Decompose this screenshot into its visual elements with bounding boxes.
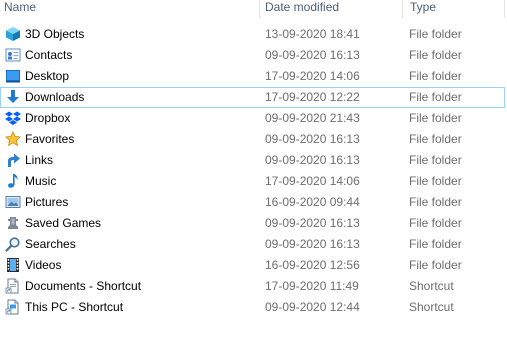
searches-icon bbox=[5, 236, 21, 252]
file-row[interactable]: Dropbox 09-09-2020 21:43 File folder bbox=[0, 108, 507, 129]
file-date-modified: 17-09-2020 11:49 bbox=[265, 279, 359, 293]
file-name: 3D Objects bbox=[25, 27, 85, 41]
file-row[interactable]: Searches 09-09-2020 16:13 File folder bbox=[0, 234, 507, 255]
file-type: Shortcut bbox=[409, 279, 454, 293]
contacts-icon bbox=[5, 47, 21, 63]
document-shortcut-icon bbox=[5, 278, 21, 294]
file-name: Favorites bbox=[25, 132, 75, 146]
file-type: File folder bbox=[409, 153, 462, 167]
file-name: Links bbox=[25, 153, 54, 167]
file-date-modified: 13-09-2020 18:41 bbox=[265, 27, 360, 41]
downloads-icon bbox=[5, 89, 21, 105]
file-type: Shortcut bbox=[409, 300, 454, 314]
file-date-modified: 09-09-2020 16:13 bbox=[265, 48, 360, 62]
column-divider-name-date[interactable] bbox=[259, 0, 260, 18]
file-type: File folder bbox=[409, 174, 462, 188]
file-type: File folder bbox=[409, 132, 462, 146]
file-type: File folder bbox=[409, 90, 462, 104]
pictures-icon bbox=[5, 194, 21, 210]
file-date-modified: 09-09-2020 16:13 bbox=[265, 153, 360, 167]
file-date-modified: 16-09-2020 12:56 bbox=[265, 258, 360, 272]
file-date-modified: 16-09-2020 09:44 bbox=[265, 195, 360, 209]
file-type: File folder bbox=[409, 258, 462, 272]
column-header-type[interactable]: Type bbox=[410, 0, 436, 18]
file-row[interactable]: Saved Games 09-09-2020 16:13 File folder bbox=[0, 213, 507, 234]
file-name: Videos bbox=[25, 258, 62, 272]
file-type: File folder bbox=[409, 237, 462, 251]
videos-icon bbox=[5, 257, 21, 273]
file-date-modified: 09-09-2020 12:44 bbox=[265, 300, 360, 314]
file-row[interactable]: Contacts 09-09-2020 16:13 File folder bbox=[0, 45, 507, 66]
saved-games-icon bbox=[5, 215, 21, 231]
file-date-modified: 17-09-2020 14:06 bbox=[265, 69, 360, 83]
file-list: 3D Objects 13-09-2020 18:41 File folder … bbox=[0, 24, 507, 318]
file-type: File folder bbox=[409, 48, 462, 62]
file-type: File folder bbox=[409, 27, 462, 41]
file-type: File folder bbox=[409, 216, 462, 230]
file-row[interactable]: Desktop 17-09-2020 14:06 File folder bbox=[0, 66, 507, 87]
file-row[interactable]: Favorites 09-09-2020 16:13 File folder bbox=[0, 129, 507, 150]
file-name: This PC - Shortcut bbox=[25, 300, 124, 314]
file-row[interactable]: This PC - Shortcut 09-09-2020 12:44 Shor… bbox=[0, 297, 507, 318]
3d-objects-icon bbox=[5, 26, 21, 42]
dropbox-icon bbox=[5, 110, 21, 126]
file-name: Documents - Shortcut bbox=[25, 279, 142, 293]
file-row[interactable]: Music 17-09-2020 14:06 File folder bbox=[0, 171, 507, 192]
file-name: Music bbox=[25, 174, 57, 188]
file-name: Contacts bbox=[25, 48, 73, 62]
file-row[interactable]: Documents - Shortcut 17-09-2020 11:49 Sh… bbox=[0, 276, 507, 297]
column-header-date-modified[interactable]: Date modified bbox=[265, 0, 339, 18]
favorites-icon bbox=[5, 131, 21, 147]
file-row[interactable]: Downloads 17-09-2020 12:22 File folder bbox=[0, 87, 505, 108]
file-type: File folder bbox=[409, 69, 462, 83]
file-name: Downloads bbox=[25, 90, 85, 104]
file-row[interactable]: Videos 16-09-2020 12:56 File folder bbox=[0, 255, 507, 276]
file-date-modified: 09-09-2020 16:13 bbox=[265, 216, 360, 230]
file-date-modified: 09-09-2020 16:13 bbox=[265, 237, 360, 251]
file-row[interactable]: Pictures 16-09-2020 09:44 File folder bbox=[0, 192, 507, 213]
file-type: File folder bbox=[409, 111, 462, 125]
file-name: Dropbox bbox=[25, 111, 71, 125]
file-name: Searches bbox=[25, 237, 76, 251]
column-divider-date-type[interactable] bbox=[402, 0, 403, 18]
file-row[interactable]: Links 09-09-2020 16:13 File folder bbox=[0, 150, 507, 171]
file-date-modified: 17-09-2020 14:06 bbox=[265, 174, 360, 188]
music-icon bbox=[5, 173, 21, 189]
this-pc-shortcut-icon bbox=[5, 299, 21, 315]
column-header-bar: Name Date modified Type bbox=[0, 0, 507, 18]
file-name: Pictures bbox=[25, 195, 69, 209]
file-type: File folder bbox=[409, 195, 462, 209]
file-date-modified: 09-09-2020 16:13 bbox=[265, 132, 360, 146]
links-icon bbox=[5, 152, 21, 168]
desktop-icon bbox=[5, 68, 21, 84]
file-date-modified: 09-09-2020 21:43 bbox=[265, 111, 360, 125]
column-header-name[interactable]: Name bbox=[4, 0, 36, 18]
column-divider-type-end[interactable] bbox=[504, 0, 505, 18]
file-date-modified: 17-09-2020 12:22 bbox=[265, 90, 360, 104]
file-name: Desktop bbox=[25, 69, 70, 83]
file-row[interactable]: 3D Objects 13-09-2020 18:41 File folder bbox=[0, 24, 507, 45]
file-name: Saved Games bbox=[25, 216, 102, 230]
